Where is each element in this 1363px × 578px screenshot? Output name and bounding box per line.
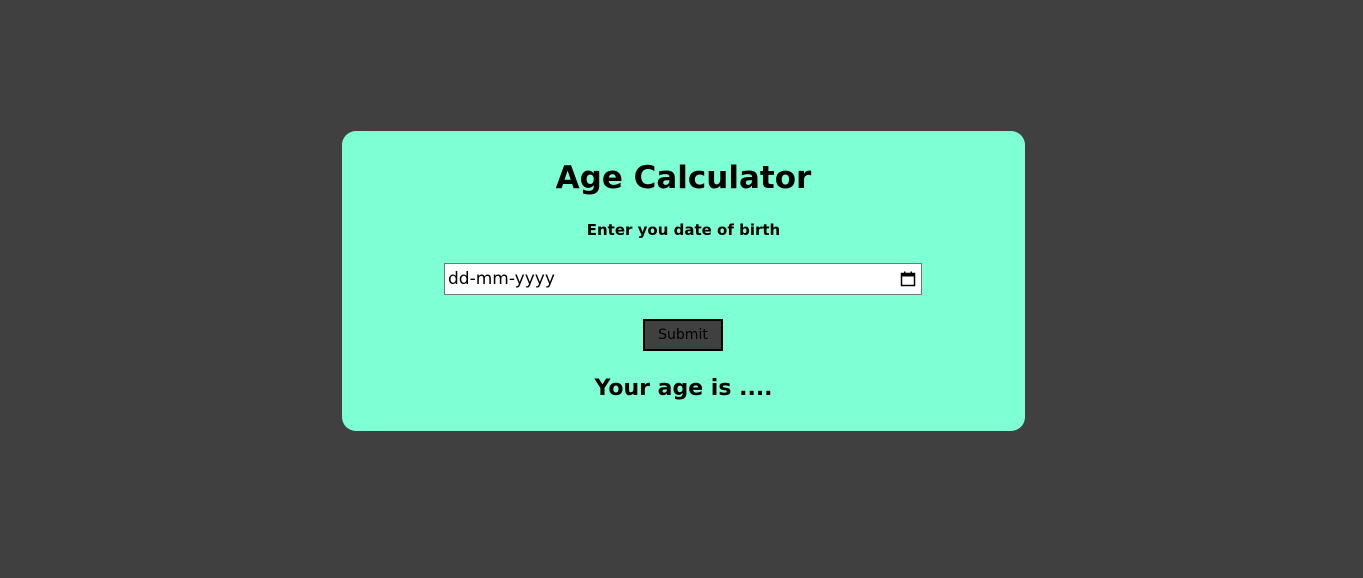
page-title: Age Calculator bbox=[555, 160, 812, 196]
submit-button[interactable]: Submit bbox=[643, 319, 723, 351]
date-of-birth-input[interactable]: dd-mm-yyyy bbox=[444, 263, 922, 295]
date-of-birth-prompt: Enter you date of birth bbox=[586, 221, 781, 239]
age-result: Your age is .... bbox=[594, 376, 773, 401]
calendar-icon[interactable] bbox=[899, 270, 917, 288]
date-input-placeholder: dd-mm-yyyy bbox=[448, 269, 555, 289]
age-calculator-card: Age Calculator Enter you date of birth d… bbox=[342, 131, 1025, 431]
